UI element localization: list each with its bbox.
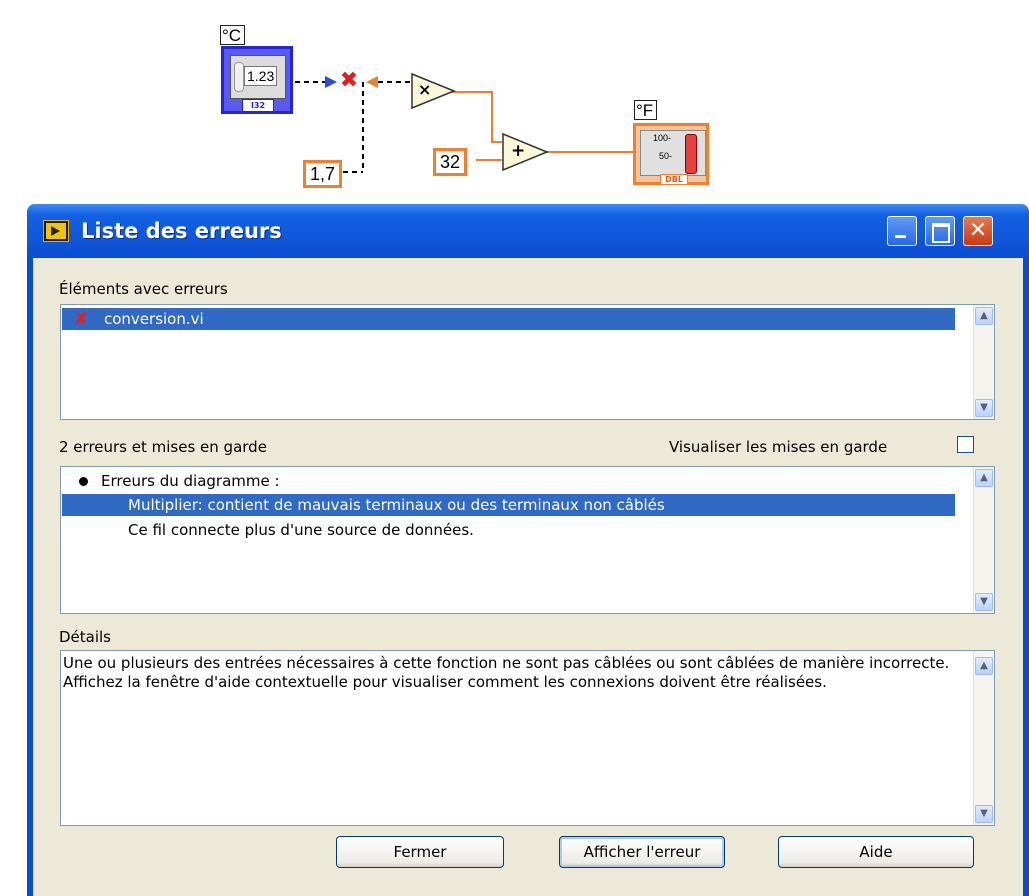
scroll-up-button[interactable]: ▲ (975, 307, 993, 325)
list-item[interactable]: ✘ conversion.vi (62, 308, 955, 330)
items-scrollbar[interactable]: ▲ ▼ (973, 305, 994, 419)
error-count-label: 2 erreurs et mises en garde (59, 438, 267, 456)
details-scrollbar[interactable]: ▲ ▼ (973, 651, 994, 825)
labview-app-icon (43, 220, 69, 242)
minimize-button[interactable] (887, 216, 917, 246)
dialog-body: Éléments avec erreurs ✘ conversion.vi ▲ … (33, 258, 1023, 896)
fahrenheit-label: °F (634, 100, 658, 120)
add-node[interactable]: + (501, 132, 549, 172)
chevron-down-icon: ▼ (980, 808, 988, 819)
title-bar[interactable]: Liste des erreurs ✕ (27, 204, 1029, 258)
error-text: Multiplier: contient de mauvais terminau… (128, 496, 665, 514)
chevron-up-icon: ▲ (980, 472, 988, 483)
chevron-down-icon: ▼ (980, 402, 988, 413)
window-title: Liste des erreurs (81, 219, 282, 243)
maximize-button[interactable] (925, 216, 955, 246)
item-name: conversion.vi (104, 310, 204, 328)
errors-list[interactable]: Erreurs du diagramme : Multiplier: conti… (60, 466, 995, 614)
close-window-button[interactable]: ✕ (963, 216, 993, 246)
add-symbol: + (511, 141, 526, 161)
show-warnings-checkbox[interactable] (957, 436, 974, 453)
control-type-badge: I32 (242, 99, 274, 112)
error-text[interactable]: Ce fil connecte plus d'une source de don… (128, 519, 474, 541)
close-button[interactable]: Fermer (336, 836, 504, 868)
details-box[interactable]: Une ou plusieurs des entrées nécessaires… (60, 650, 995, 826)
block-diagram: ✖ °C 1.23 I32 × + 1,7 32 °F 100- 50- DBL (0, 0, 1029, 200)
list-item[interactable]: Multiplier: contient de mauvais terminau… (62, 494, 955, 516)
error-list-window: Liste des erreurs ✕ Éléments avec erreur… (27, 204, 1029, 896)
error-category: Erreurs du diagramme : (101, 472, 280, 490)
tick-50: 50- (659, 151, 673, 161)
scroll-down-button[interactable]: ▼ (975, 399, 993, 417)
fahrenheit-indicator-terminal[interactable]: 100- 50- DBL (633, 123, 709, 185)
celsius-label: °C (220, 25, 246, 45)
broken-wire-error-icon: ✖ (339, 68, 359, 93)
chevron-up-icon: ▲ (980, 310, 988, 321)
details-label: Détails (59, 628, 112, 646)
chevron-up-icon: ▲ (980, 660, 988, 671)
show-warnings-label: Visualiser les mises en garde (669, 438, 888, 456)
spinner-icon (234, 62, 244, 92)
help-button[interactable]: Aide (778, 836, 974, 868)
show-error-button[interactable]: Afficher l'erreur (559, 836, 725, 868)
tick-100: 100- (653, 133, 672, 143)
chevron-down-icon: ▼ (980, 596, 988, 607)
close-icon: ✕ (968, 218, 988, 243)
celsius-control-terminal[interactable]: 1.23 I32 (221, 46, 293, 114)
indicator-type-badge: DBL (660, 174, 688, 185)
multiply-symbol: × (418, 80, 432, 99)
control-value: 1.23 (244, 66, 278, 86)
scroll-up-button[interactable]: ▲ (975, 657, 993, 675)
items-with-errors-label: Éléments avec erreurs (59, 280, 228, 298)
errors-scrollbar[interactable]: ▲ ▼ (973, 467, 994, 613)
scroll-down-button[interactable]: ▼ (975, 805, 993, 823)
error-x-icon: ✘ (74, 309, 89, 329)
bullet-icon (79, 477, 88, 486)
details-text: Une ou plusieurs des entrées nécessaires… (63, 654, 950, 691)
thermometer-icon (685, 134, 697, 174)
scroll-down-button[interactable]: ▼ (975, 593, 993, 611)
factor-constant[interactable]: 1,7 (303, 160, 343, 188)
items-list[interactable]: ✘ conversion.vi ▲ ▼ (60, 304, 995, 420)
scroll-up-button[interactable]: ▲ (975, 469, 993, 487)
multiply-node[interactable]: × (410, 72, 456, 110)
offset-constant[interactable]: 32 (433, 148, 468, 176)
